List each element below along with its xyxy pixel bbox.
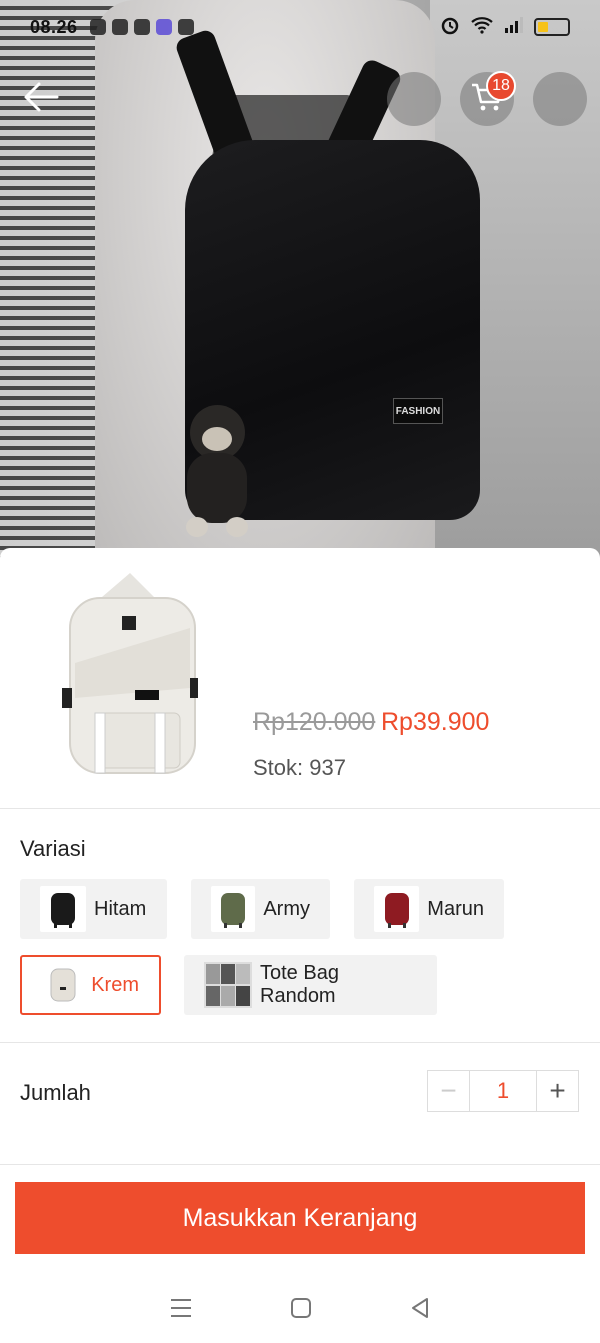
status-bar: 08.26 [0,0,600,54]
original-price: Rp120.000 [253,708,376,736]
variation-sheet: Rp120.000 Rp39.900 Stok: 937 Variasi Hit… [0,548,600,1343]
notification-icon [177,19,194,35]
variation-title: Variasi [20,836,86,861]
backpack-black-thumb [40,886,86,932]
variation-label: Marun [427,897,484,920]
bear-keychain [182,405,252,540]
share-button[interactable] [387,72,441,126]
notification-icon [89,19,106,35]
home-square-icon[interactable] [290,1297,312,1324]
increase-button[interactable]: + [536,1071,578,1111]
backpack-cream-thumb [42,962,84,1008]
stock-count: Stok: 937 [253,755,346,780]
cart-count-badge: 18 [486,71,516,101]
arrow-left-icon [21,81,61,118]
menu-icon[interactable] [169,1297,193,1324]
notification-icons [89,19,194,35]
notification-icon [133,19,150,35]
notification-icon [111,19,128,35]
decrease-button[interactable]: − [428,1071,470,1111]
wifi-icon [470,16,494,39]
variation-label: Hitam [94,897,147,920]
backpack-maroon-thumb [374,886,420,932]
divider [0,1042,600,1043]
variation-label: Krem [91,973,139,996]
discount-price: Rp39.900 [381,708,490,736]
back-triangle-icon[interactable] [409,1297,431,1324]
status-time: 08.26 [30,16,78,37]
variation-option-army[interactable]: Army [191,879,330,939]
backpack-army-thumb [211,886,256,932]
variation-option-tote-bag-random[interactable]: Tote Bag Random [184,955,437,1015]
variation-label: Tote Bag Random [260,962,339,1007]
alarm-icon [440,15,460,40]
add-to-cart-button[interactable]: Masukkan Keranjang [15,1182,585,1254]
product-summary: Rp120.000 Rp39.900 Stok: 937 [0,548,600,808]
tote-bag-thumb [204,962,252,1008]
quantity-label: Jumlah [20,1080,91,1105]
divider [0,808,600,809]
divider [0,1164,600,1165]
variation-label: Army [263,897,310,920]
more-button[interactable] [533,72,587,126]
quantity-value[interactable]: 1 [470,1071,536,1111]
variation-option-marun[interactable]: Marun [354,879,504,939]
battery-icon [534,18,570,36]
product-thumbnail [40,568,220,783]
game-icon [155,19,172,35]
system-nav-bar [0,1278,600,1343]
variation-option-hitam[interactable]: Hitam [20,879,167,939]
bag-label: FASHION [393,398,443,424]
quantity-stepper: − 1 + [427,1070,579,1112]
signal-icon [504,16,524,38]
back-button[interactable] [14,72,68,126]
variation-option-krem[interactable]: Krem [20,955,161,1015]
